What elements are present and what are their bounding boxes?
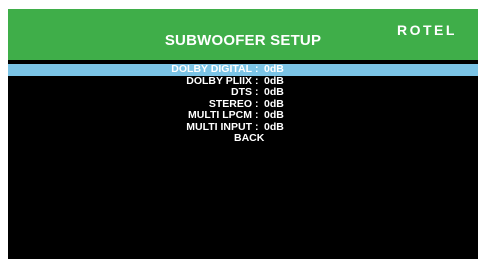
brand-logo: ROTEL xyxy=(397,22,457,38)
back-button[interactable]: BACK xyxy=(8,132,478,145)
menu-item-separator: : xyxy=(255,109,259,121)
menu-item-dts[interactable]: DTS : 0dB xyxy=(8,86,478,99)
menu-item-label: DOLBY DIGITAL xyxy=(171,63,252,75)
menu-item-dolby-digital[interactable]: DOLBY DIGITAL : 0dB xyxy=(8,63,478,76)
menu-item-multi-lpcm[interactable]: MULTI LPCM : 0dB xyxy=(8,109,478,122)
back-label: BACK xyxy=(234,132,265,144)
menu-item-value: 0dB xyxy=(264,109,284,121)
menu-item-separator: : xyxy=(255,86,259,98)
osd-screen: SUBWOOFER SETUP ROTEL DOLBY DIGITAL : 0d… xyxy=(8,9,478,259)
menu-item-label: MULTI LPCM xyxy=(188,109,252,121)
menu-item-separator: : xyxy=(255,63,259,75)
menu-item-value: 0dB xyxy=(264,86,284,98)
menu-item-value: 0dB xyxy=(264,120,284,133)
header-bar: SUBWOOFER SETUP ROTEL xyxy=(8,9,478,60)
menu-item-label: DTS xyxy=(231,86,252,98)
settings-menu: DOLBY DIGITAL : 0dB DOLBY PLIIX : 0dB DT… xyxy=(8,63,478,145)
menu-item-value: 0dB xyxy=(264,63,284,75)
